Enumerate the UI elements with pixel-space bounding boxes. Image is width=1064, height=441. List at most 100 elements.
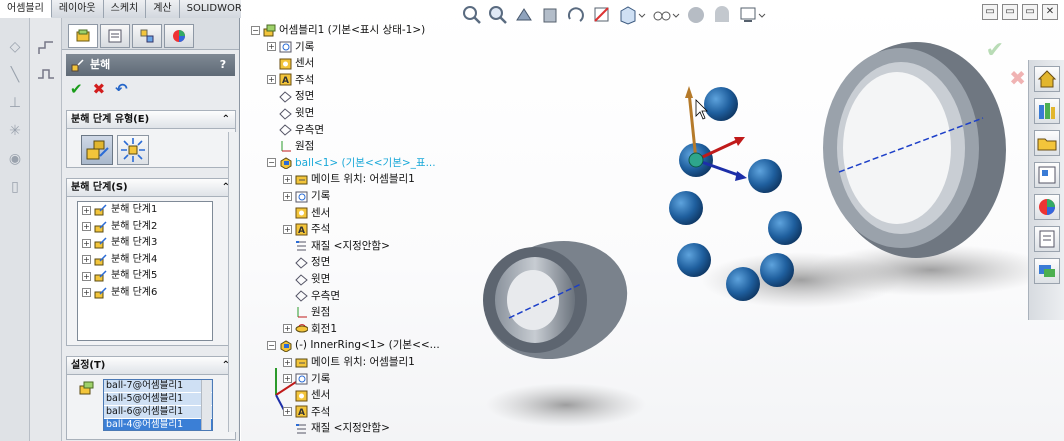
- graphics-viewport[interactable]: ▭ ▭ ▭ ✕ ✔ ✖ − 어셈블리1 (기본<표시 상태-1>) + 기록 센…: [241, 0, 1064, 441]
- expand-icon[interactable]: +: [283, 224, 292, 234]
- display-manager-tab[interactable]: [164, 24, 194, 48]
- tree-item[interactable]: 윗면: [267, 105, 314, 121]
- cylinder-tool-icon[interactable]: ▯: [6, 178, 24, 196]
- tree-item[interactable]: + 메이트 위치: 어셈블리1: [283, 354, 415, 370]
- expand-icon[interactable]: +: [82, 255, 91, 265]
- tree-item[interactable]: + 회전1: [283, 321, 337, 337]
- tree-item[interactable]: 센서: [283, 205, 330, 221]
- tree-item[interactable]: 원점: [283, 304, 330, 320]
- outer-ring-part[interactable]: [823, 42, 1006, 258]
- cancel-button[interactable]: ✖: [93, 80, 106, 100]
- expand-icon[interactable]: +: [82, 271, 91, 281]
- file-explorer-icon[interactable]: [1034, 130, 1060, 156]
- tree-item[interactable]: − ball<1> (기본<<기본>_표...: [267, 155, 436, 171]
- expand-icon[interactable]: +: [283, 191, 292, 201]
- inner-ring-part[interactable]: [471, 225, 640, 374]
- list-item[interactable]: ball-7@어셈블리1: [104, 380, 212, 392]
- pm-scrollbar[interactable]: [228, 132, 238, 432]
- diamond-tool-icon[interactable]: ◇: [6, 38, 24, 56]
- tab-3[interactable]: 계산: [146, 0, 180, 18]
- list-item[interactable]: + 분해 단계3: [78, 235, 212, 252]
- tree-item[interactable]: 정면: [267, 88, 314, 104]
- balls[interactable]: [669, 87, 802, 301]
- tree-item[interactable]: + A 주석: [283, 221, 330, 237]
- scrollbar[interactable]: [201, 380, 211, 430]
- tab-1[interactable]: 레이아웃: [51, 0, 104, 18]
- ok-button[interactable]: ✔: [70, 80, 83, 100]
- property-manager-tab[interactable]: [100, 24, 130, 48]
- tree-item[interactable]: 재질 <지정안함>: [283, 238, 390, 254]
- sensor-icon: [295, 207, 308, 219]
- tree-item[interactable]: + A 주석: [283, 404, 330, 420]
- expand-icon[interactable]: +: [283, 374, 292, 384]
- collapse-icon[interactable]: −: [251, 25, 260, 35]
- configuration-manager-tab[interactable]: [132, 24, 162, 48]
- collapse-chevron-icon[interactable]: ⌃: [222, 111, 230, 129]
- tree-item[interactable]: − 어셈블리1 (기본<표시 상태-1>): [251, 22, 425, 38]
- collapse-icon[interactable]: −: [267, 340, 276, 350]
- tree-item[interactable]: + 메이트 위치: 어셈블리1: [283, 171, 415, 187]
- list-item[interactable]: + 분해 단계5: [78, 268, 212, 285]
- list-item[interactable]: + 분해 단계4: [78, 252, 212, 269]
- tree-item[interactable]: + 기록: [267, 39, 314, 55]
- tree-item[interactable]: 우측면: [283, 288, 340, 304]
- undo-button[interactable]: ↶: [115, 80, 128, 100]
- tab-0[interactable]: 어셈블리: [0, 0, 52, 18]
- tree-item[interactable]: 윗면: [283, 271, 330, 287]
- list-item[interactable]: ball-6@어셈블리1: [104, 406, 212, 418]
- expand-icon[interactable]: +: [283, 174, 292, 184]
- tree-item-label: 기록: [311, 190, 331, 202]
- tree-item[interactable]: 재질 <지정안함>: [283, 420, 390, 436]
- model-scene[interactable]: [241, 0, 1064, 441]
- tree-item[interactable]: + A 주석: [267, 72, 314, 88]
- tree-item[interactable]: + 기록: [283, 188, 330, 204]
- expand-icon[interactable]: +: [267, 42, 276, 52]
- tree-item[interactable]: 원점: [267, 138, 314, 154]
- tree-item[interactable]: 우측면: [267, 122, 324, 138]
- tree-item[interactable]: − (-) InnerRing<1> (기본<<...: [267, 337, 440, 353]
- design-library-icon[interactable]: [1034, 98, 1060, 124]
- selected-components-list[interactable]: ball-7@어셈블리1 ball-5@어셈블리1 ball-6@어셈블리1 ball…: [103, 379, 213, 431]
- expand-icon[interactable]: +: [283, 357, 292, 367]
- expand-icon[interactable]: +: [267, 75, 276, 85]
- property-icon: [108, 29, 122, 43]
- list-item[interactable]: ball-5@어셈블리1: [104, 393, 212, 405]
- custom-properties-icon[interactable]: [1034, 226, 1060, 252]
- tree-item[interactable]: + 기록: [283, 371, 330, 387]
- list-item[interactable]: + 분해 단계2: [78, 219, 212, 236]
- group-title[interactable]: 설정(T) ⌃: [67, 357, 235, 375]
- tab-2[interactable]: 스케치: [103, 0, 147, 18]
- group-title[interactable]: 분해 단계 유형(E) ⌃: [67, 111, 235, 129]
- expand-icon[interactable]: +: [283, 407, 292, 417]
- display-icon: [173, 30, 185, 42]
- explode-steps-list[interactable]: + 분해 단계1 + 분해 단계2 + 분해 단계3 + 분해 단계4 + 분해 단계5 + 분해 단…: [77, 201, 213, 341]
- home-icon[interactable]: [1034, 66, 1060, 92]
- tree-item[interactable]: 센서: [267, 55, 314, 71]
- feature-manager-tab[interactable]: [68, 24, 98, 48]
- tree-item[interactable]: 센서: [283, 387, 330, 403]
- appearances-icon[interactable]: [1034, 194, 1060, 220]
- expand-icon[interactable]: +: [82, 222, 91, 232]
- collapse-icon[interactable]: −: [267, 158, 276, 168]
- regular-explode-button[interactable]: [81, 135, 113, 165]
- line-tool-icon[interactable]: ╲: [6, 66, 24, 84]
- expand-icon[interactable]: +: [82, 205, 91, 215]
- radial-explode-button[interactable]: [117, 135, 149, 165]
- axis-tool-icon[interactable]: ⊥: [6, 94, 24, 112]
- expand-icon[interactable]: +: [283, 324, 292, 334]
- list-item[interactable]: ball-4@어셈블리1: [104, 419, 212, 430]
- view-palette-icon[interactable]: [1034, 162, 1060, 188]
- tree-item-label: 어셈블리1 (기본<표시 상태-1>): [279, 24, 426, 36]
- list-item[interactable]: + 분해 단계6: [78, 285, 212, 302]
- expand-icon[interactable]: +: [82, 238, 91, 248]
- list-item[interactable]: + 분해 단계1: [78, 202, 212, 219]
- tree-item[interactable]: 정면: [283, 254, 330, 270]
- point-tool-icon[interactable]: ✳: [6, 122, 24, 140]
- step-line-tool-icon[interactable]: [37, 66, 55, 84]
- expand-icon[interactable]: +: [82, 288, 91, 298]
- explode-line-tool-icon[interactable]: [37, 40, 55, 58]
- solidworks-forum-icon[interactable]: [1034, 258, 1060, 284]
- origin-tool-icon[interactable]: ◉: [6, 150, 24, 168]
- help-button[interactable]: ?: [215, 54, 231, 76]
- group-title[interactable]: 분해 단계(S) ⌃: [67, 179, 235, 197]
